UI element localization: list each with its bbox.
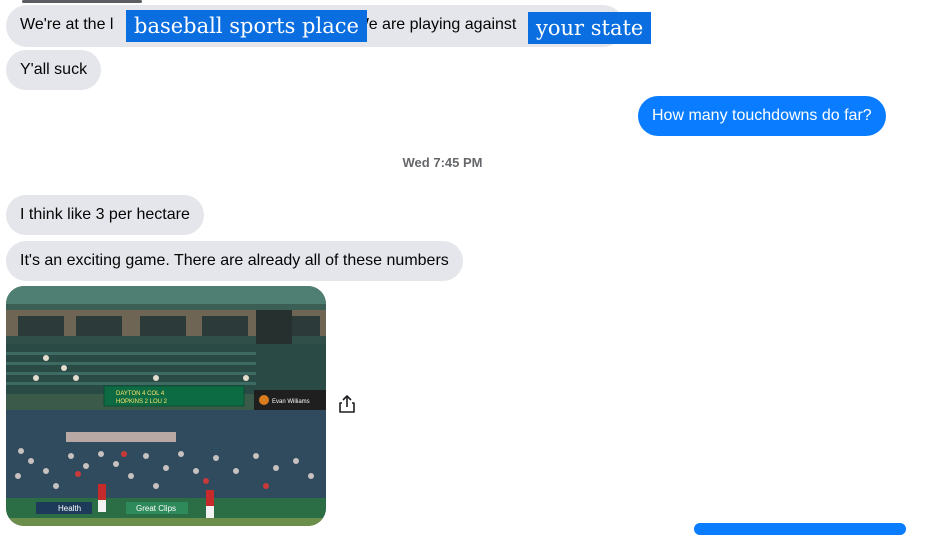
message-text: I think like 3 per hectare — [20, 206, 190, 223]
message-bubble-4[interactable]: I think like 3 per hectare — [6, 195, 204, 235]
redaction-label-state: your state — [528, 12, 652, 44]
share-icon[interactable] — [336, 393, 358, 415]
message-bubble-2[interactable]: Y'all suck — [6, 50, 102, 90]
message-text-middle: . We are playing against — [345, 16, 517, 33]
scoreboard-row-2: HOPKINS 2 LOU 2 — [116, 399, 168, 405]
message-bubble-outgoing[interactable]: How many touchdowns do far? — [638, 96, 886, 136]
message-text: It's an exciting game. There are already… — [20, 252, 449, 269]
conversation-timestamp: Wed 7:45 PM — [402, 155, 483, 170]
previous-message-edge — [22, 0, 142, 3]
scoreboard-row-1: DAYTON 4 COL 4 — [116, 391, 165, 397]
redaction-label-place: baseball sports place — [126, 10, 367, 42]
ad-health: Health — [58, 504, 81, 513]
stadium-photo[interactable]: DAYTON 4 COL 4 HOPKINS 2 LOU 2 Evan Will… — [6, 286, 326, 526]
sponsor-sign: Evan Williams — [272, 399, 310, 405]
next-message-edge — [694, 523, 906, 535]
message-bubble-5[interactable]: It's an exciting game. There are already… — [6, 241, 463, 281]
message-text: How many touchdowns do far? — [652, 107, 872, 124]
ad-great-clips: Great Clips — [136, 504, 176, 513]
message-text-prefix: We're at the l — [20, 16, 114, 33]
stadium-photo-art: DAYTON 4 COL 4 HOPKINS 2 LOU 2 Evan Will… — [6, 286, 326, 526]
message-text: Y'all suck — [20, 61, 88, 78]
